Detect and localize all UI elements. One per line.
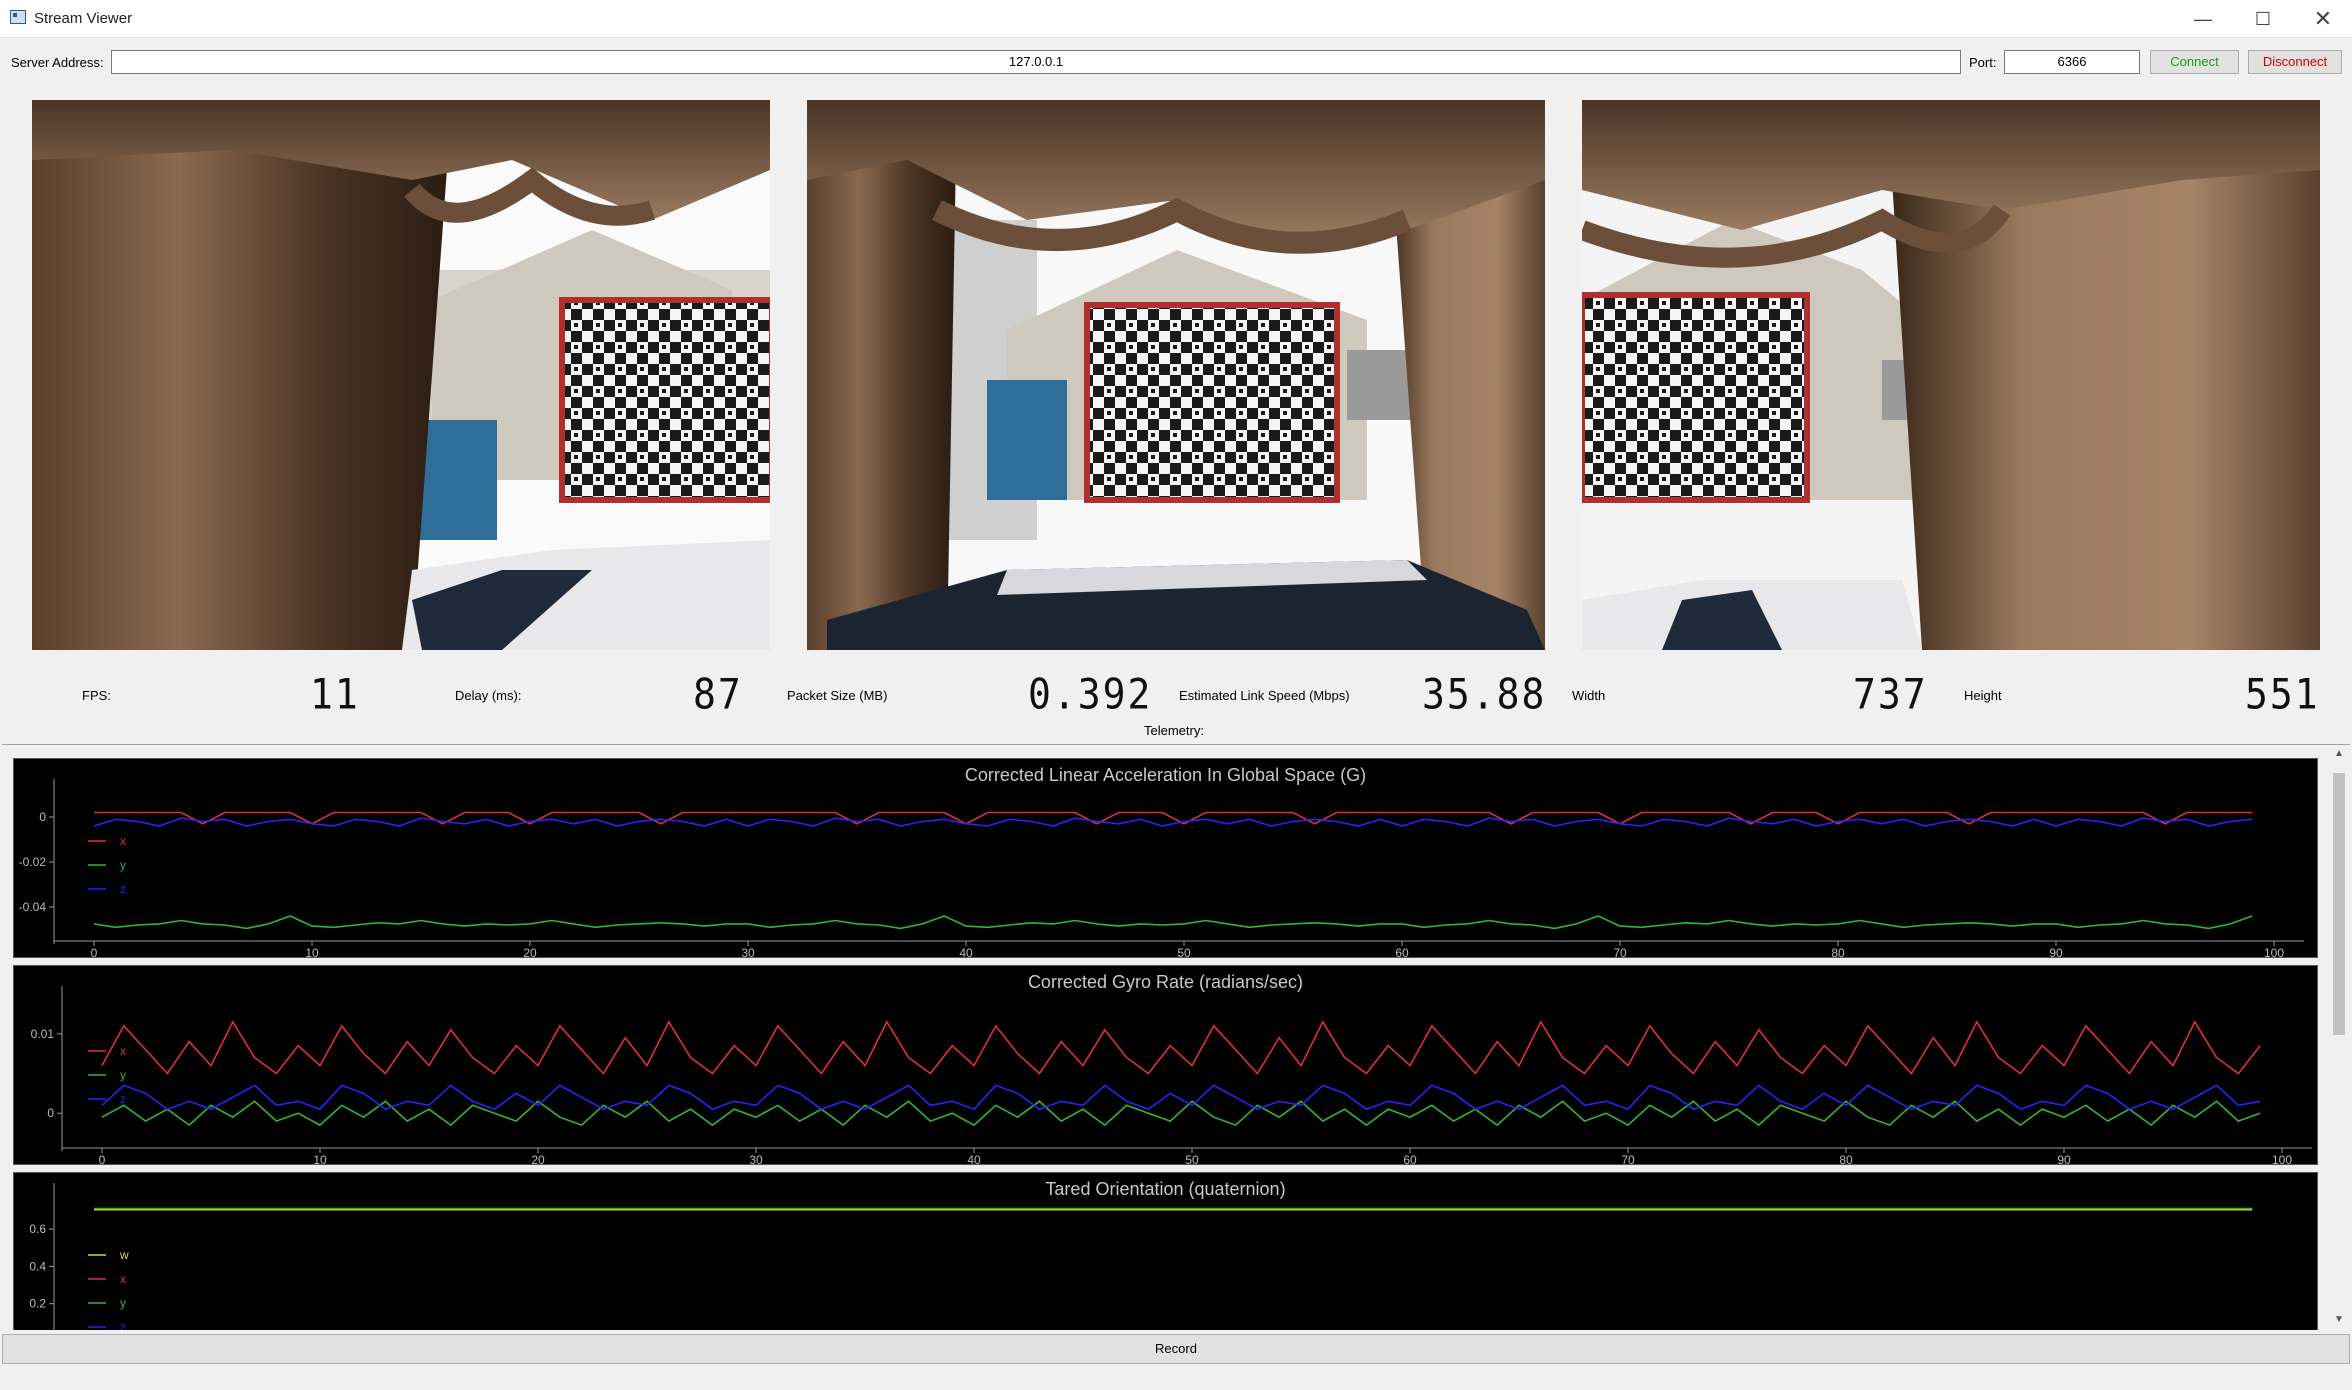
width-value: 737 [1853, 669, 1928, 719]
acceleration-plot: Corrected Linear Acceleration In Global … [13, 758, 2318, 958]
legend-label: z [120, 882, 126, 896]
x-tick-label: 70 [1621, 1153, 1635, 1164]
y-tick-label: 0.6 [29, 1222, 46, 1236]
plot-title: Tared Orientation (quaternion) [1045, 1179, 1285, 1199]
plot-title: Corrected Gyro Rate (radians/sec) [1028, 972, 1303, 992]
server-address-input[interactable]: 127.0.0.1 [111, 50, 1961, 74]
legend-label: w [119, 1248, 129, 1262]
telemetry-label: Telemetry: [1144, 723, 1204, 738]
legend-label: x [120, 1272, 126, 1286]
y-tick-label: -0.02 [19, 855, 47, 869]
x-tick-label: 90 [2049, 946, 2063, 957]
orientation-plot: Tared Orientation (quaternion) 0.6 0.4 0.2 w… [13, 1172, 2318, 1330]
legend-label: y [120, 858, 126, 872]
x-tick-label: 40 [959, 946, 973, 957]
maximize-icon[interactable]: ☐ [2240, 0, 2286, 38]
x-tick-label: 10 [313, 1153, 327, 1164]
scroll-up-icon[interactable]: ▲ [2333, 747, 2345, 761]
server-address-label: Server Address: [11, 55, 104, 70]
x-tick-label: 60 [1403, 1153, 1417, 1164]
legend-label: x [120, 834, 126, 848]
delay-value: 87 [693, 669, 743, 719]
series-line-z [101, 1084, 2261, 1111]
connection-toolbar: Server Address: 127.0.0.1 Port: 6366 Con… [0, 38, 2352, 88]
y-tick-label: 0.4 [29, 1259, 46, 1273]
camera-feed-left [32, 100, 770, 650]
x-tick-label: 50 [1185, 1153, 1199, 1164]
minimize-icon[interactable]: — [2180, 0, 2226, 38]
y-tick-label: -0.04 [19, 900, 47, 914]
connect-button[interactable]: Connect [2150, 50, 2239, 74]
port-label: Port: [1969, 55, 1997, 70]
camera-feed-right [1582, 100, 2320, 650]
window-title: Stream Viewer [34, 10, 133, 27]
packet-size-value: 0.392 [1028, 669, 1153, 719]
title-bar: Stream Viewer — ☐ ✕ [0, 0, 2352, 38]
gyro-rate-plot: Corrected Gyro Rate (radians/sec) 0.01 0 0 1… [13, 965, 2318, 1165]
legend-label: z [120, 1092, 126, 1106]
delay-label: Delay (ms): [455, 688, 522, 703]
fps-value: 11 [310, 669, 360, 719]
port-input[interactable]: 6366 [2004, 50, 2140, 74]
x-tick-label: 40 [967, 1153, 981, 1164]
height-label: Height [1964, 688, 2002, 703]
x-tick-label: 10 [305, 946, 319, 957]
disconnect-button[interactable]: Disconnect [2248, 50, 2342, 74]
y-tick-label: 0 [47, 1106, 54, 1120]
camera-feed-center [807, 100, 1545, 650]
plot-title: Corrected Linear Acceleration In Global … [965, 765, 1366, 785]
series-line-z [93, 817, 2253, 827]
telemetry-scroll-area[interactable]: Corrected Linear Acceleration In Global … [2, 744, 2350, 1330]
legend-label: z [120, 1320, 126, 1330]
x-tick-label: 0 [91, 946, 98, 957]
record-button[interactable]: Record [2, 1334, 2350, 1364]
legend-label: y [120, 1068, 126, 1082]
x-tick-label: 90 [2057, 1153, 2071, 1164]
y-tick-label: 0.01 [31, 1027, 55, 1041]
link-speed-value: 35.88 [1422, 669, 1547, 719]
fps-label: FPS: [82, 688, 111, 703]
x-tick-label: 100 [2272, 1153, 2292, 1164]
x-tick-label: 30 [741, 946, 755, 957]
close-icon[interactable]: ✕ [2300, 0, 2346, 38]
x-tick-label: 20 [523, 946, 537, 957]
series-line-x [101, 1020, 2261, 1075]
width-label: Width [1572, 688, 1606, 703]
series-line-y [93, 915, 2253, 930]
legend-label: y [120, 1296, 126, 1310]
height-value: 551 [2245, 669, 2320, 719]
packet-size-label: Packet Size (MB) [787, 688, 888, 703]
x-tick-label: 30 [749, 1153, 763, 1164]
legend-label: x [120, 1044, 126, 1058]
x-tick-label: 20 [531, 1153, 545, 1164]
x-tick-label: 80 [1839, 1153, 1853, 1164]
vertical-scrollbar[interactable]: ▲ ▼ [2330, 745, 2348, 1330]
link-speed-label: Estimated Link Speed (Mbps) [1179, 688, 1350, 703]
y-tick-label: 0 [39, 810, 46, 824]
x-tick-label: 60 [1395, 946, 1409, 957]
x-tick-label: 70 [1613, 946, 1627, 957]
scrollbar-thumb[interactable] [2333, 773, 2345, 1035]
series-line-x [94, 811, 2253, 825]
x-tick-label: 80 [1831, 946, 1845, 957]
x-tick-label: 100 [2264, 946, 2284, 957]
y-tick-label: 0.2 [29, 1297, 46, 1311]
app-window-icon [10, 10, 26, 24]
x-tick-label: 0 [99, 1153, 106, 1164]
scroll-down-icon[interactable]: ▼ [2333, 1313, 2345, 1327]
x-tick-label: 50 [1177, 946, 1191, 957]
